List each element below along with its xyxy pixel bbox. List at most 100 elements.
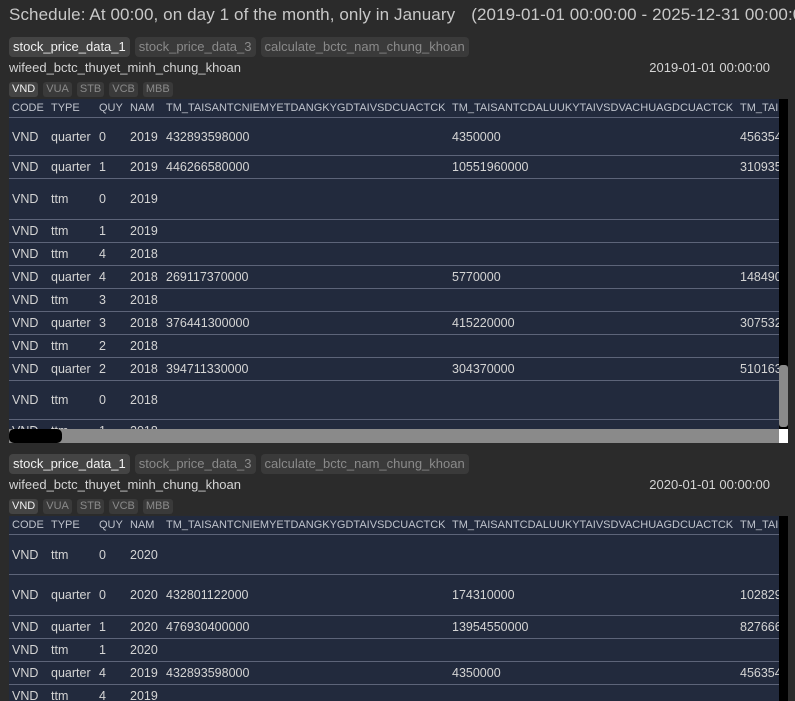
task-tabs: stock_price_data_1 stock_price_data_3 calc… <box>9 454 469 474</box>
quy-cell: 0 <box>96 534 127 575</box>
column-header-tm-taisantcniemyetdangkygdtaivsdcuactck[interactable]: TM_TAISANTCNIEMYETDANGKYGDTAIVSDCUACTCK <box>163 99 449 118</box>
column-header-quy[interactable]: QUY <box>96 99 127 118</box>
column-header-type[interactable]: TYPE <box>48 99 96 118</box>
column-header-nam[interactable]: NAM <box>127 516 163 535</box>
column-header-tm-taisantcdaluukytaivsdvachuagdcuactck[interactable]: TM_TAISANTCDALUUKYTAIVSDVACHUAGDCUACTCK <box>449 516 737 535</box>
type-cell: ttm <box>48 334 96 358</box>
code-tab-vcb[interactable]: VCB <box>109 82 138 97</box>
cell-taisan-luuky <box>449 419 737 429</box>
nam-cell: 2020 <box>127 534 163 575</box>
table-row[interactable]: VND quarter 0 2019 432893598000 4350000 456354 <box>9 117 779 156</box>
table-row[interactable]: VND ttm 4 2018 <box>9 242 779 266</box>
table-row[interactable]: VND quarter 4 2019 432893598000 4350000 456354 <box>9 661 779 685</box>
table-row[interactable]: VND quarter 3 2018 376441300000 415220000 3075… <box>9 311 779 335</box>
tab-stock-price-data-3[interactable]: stock_price_data_3 <box>134 454 256 474</box>
table-row[interactable]: VND quarter 1 2020 476930400000 13954550000 82… <box>9 615 779 639</box>
cell-taisan-luuky: 4350000 <box>449 661 737 685</box>
table-row[interactable]: VND ttm 0 2019 <box>9 178 779 220</box>
vertical-scroll-thumb[interactable] <box>779 365 788 427</box>
cell-truncated <box>737 334 779 358</box>
column-header-quy[interactable]: QUY <box>96 516 127 535</box>
cell-truncated <box>737 380 779 420</box>
quy-cell: 1 <box>96 638 127 662</box>
nam-cell: 2020 <box>127 615 163 639</box>
data-table-container[interactable]: CODE TYPE QUY NAM TM_TAISANTCNIEMYETDANGKYGD… <box>9 99 779 429</box>
cell-truncated: 827666 <box>737 615 779 639</box>
cell-truncated: 310935 <box>737 155 779 179</box>
cell-taisan-luuky <box>449 334 737 358</box>
cell-taisan-niemyet: 269117370000 <box>163 265 449 289</box>
cell-taisan-luuky: 4350000 <box>449 117 737 156</box>
table-row[interactable]: VND ttm 0 2018 <box>9 380 779 420</box>
column-header-type[interactable]: TYPE <box>48 516 96 535</box>
vertical-scrollbar[interactable] <box>779 516 788 701</box>
code-tab-vnd[interactable]: VND <box>9 499 39 514</box>
quy-cell: 3 <box>96 288 127 312</box>
column-header-tm-tai[interactable]: TM_TAI <box>737 99 779 118</box>
type-cell: ttm <box>48 638 96 662</box>
code-tab-vua[interactable]: VUA <box>43 82 72 97</box>
type-cell: quarter <box>48 117 96 156</box>
column-header-tm-taisantcdaluukytaivsdvachuagdcuactck[interactable]: TM_TAISANTCDALUUKYTAIVSDVACHUAGDCUACTCK <box>449 99 737 118</box>
code-cell: VND <box>9 155 48 179</box>
table-row[interactable]: VND ttm 1 2020 <box>9 638 779 662</box>
type-cell: quarter <box>48 265 96 289</box>
table-row[interactable]: VND ttm 4 2019 <box>9 684 779 701</box>
cell-taisan-niemyet <box>163 242 449 266</box>
cell-taisan-niemyet <box>163 380 449 420</box>
cell-truncated <box>737 419 779 429</box>
code-cell: VND <box>9 242 48 266</box>
code-tab-stb[interactable]: STB <box>76 499 105 514</box>
code-cell: VND <box>9 219 48 243</box>
column-header-code[interactable]: CODE <box>9 99 48 118</box>
scrollbar-corner <box>779 429 788 443</box>
table-row[interactable]: VND quarter 2 2018 394711330000 304370000 5101… <box>9 357 779 381</box>
quy-cell: 1 <box>96 419 127 429</box>
table-row[interactable]: VND quarter 1 2019 446266580000 10551960000 31… <box>9 155 779 179</box>
type-cell: quarter <box>48 311 96 335</box>
type-cell: quarter <box>48 155 96 179</box>
table-row[interactable]: VND ttm 0 2020 <box>9 534 779 575</box>
horizontal-scrollbar[interactable] <box>9 429 788 443</box>
code-tab-stb[interactable]: STB <box>76 82 105 97</box>
code-tab-vua[interactable]: VUA <box>43 499 72 514</box>
tab-calculate-bctc-nam-chung-khoan[interactable]: calculate_bctc_nam_chung_khoan <box>260 454 469 474</box>
nam-cell: 2018 <box>127 380 163 420</box>
run-timestamp: 2020-01-01 00:00:00 <box>649 477 770 492</box>
code-tab-vnd[interactable]: VND <box>9 82 39 97</box>
nam-cell: 2019 <box>127 219 163 243</box>
table-row[interactable]: VND ttm 2 2018 <box>9 334 779 358</box>
horizontal-scroll-thumb[interactable] <box>9 429 62 443</box>
type-cell: quarter <box>48 661 96 685</box>
data-table-container[interactable]: CODE TYPE QUY NAM TM_TAISANTCNIEMYETDANGKYGD… <box>9 516 779 701</box>
cell-taisan-niemyet: 432893598000 <box>163 117 449 156</box>
column-header-code[interactable]: CODE <box>9 516 48 535</box>
code-tab-mbb[interactable]: MBB <box>142 82 173 97</box>
table-row[interactable]: VND ttm 3 2018 <box>9 288 779 312</box>
code-cell: VND <box>9 661 48 685</box>
data-table: CODE TYPE QUY NAM TM_TAISANTCNIEMYETDANGKYGD… <box>9 516 779 701</box>
tab-stock-price-data-3[interactable]: stock_price_data_3 <box>134 37 256 57</box>
data-table: CODE TYPE QUY NAM TM_TAISANTCNIEMYETDANGKYGD… <box>9 99 779 429</box>
tab-stock-price-data-1[interactable]: stock_price_data_1 <box>9 454 130 474</box>
code-cell: VND <box>9 638 48 662</box>
code-tab-vcb[interactable]: VCB <box>109 499 138 514</box>
table-row[interactable]: VND ttm 1 2019 <box>9 219 779 243</box>
table-row[interactable]: VND quarter 0 2020 432801122000 174310000 1028… <box>9 574 779 616</box>
column-header-tm-tai[interactable]: TM_TAI <box>737 516 779 535</box>
column-header-tm-taisantcniemyetdangkygdtaivsdcuactck[interactable]: TM_TAISANTCNIEMYETDANGKYGDTAIVSDCUACTCK <box>163 516 449 535</box>
quy-cell: 2 <box>96 357 127 381</box>
column-header-nam[interactable]: NAM <box>127 99 163 118</box>
cell-truncated <box>737 219 779 243</box>
cell-truncated <box>737 684 779 701</box>
tab-stock-price-data-1[interactable]: stock_price_data_1 <box>9 37 130 57</box>
code-cell: VND <box>9 117 48 156</box>
table-row[interactable]: VND quarter 4 2018 269117370000 5770000 148490 <box>9 265 779 289</box>
type-cell: ttm <box>48 380 96 420</box>
vertical-scrollbar[interactable] <box>779 99 788 429</box>
table-row[interactable]: VNDttm12018 <box>9 419 779 429</box>
tab-calculate-bctc-nam-chung-khoan[interactable]: calculate_bctc_nam_chung_khoan <box>260 37 469 57</box>
code-tab-mbb[interactable]: MBB <box>142 499 173 514</box>
cell-truncated: 456354 <box>737 661 779 685</box>
nam-cell: 2019 <box>127 684 163 701</box>
